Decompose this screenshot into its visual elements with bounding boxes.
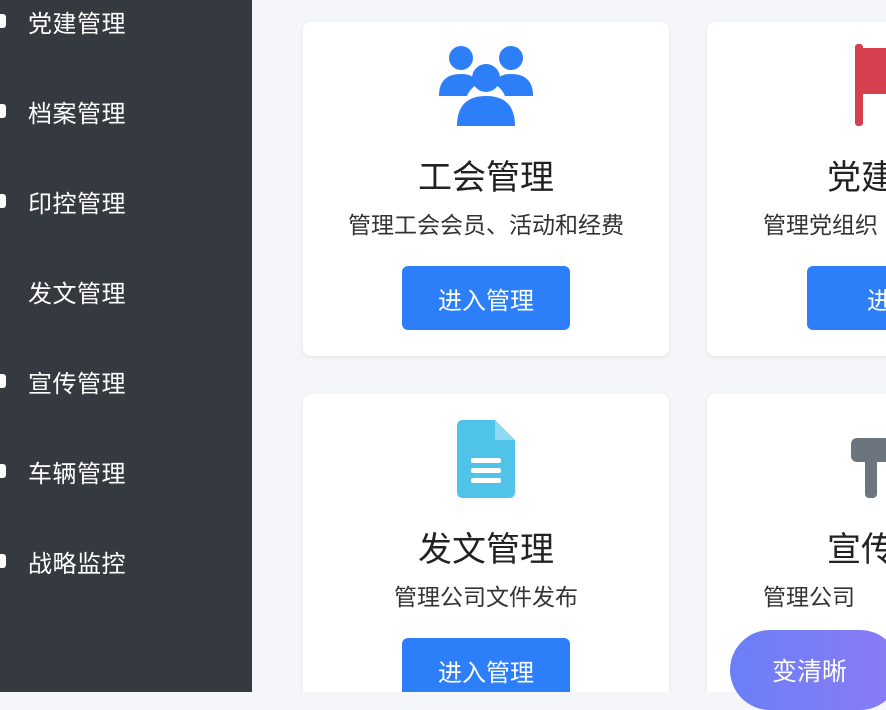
flag-icon (855, 44, 886, 126)
card-description: 管理公司文件发布 (394, 585, 578, 611)
sidebar-item-label: 宣传管理 (28, 369, 126, 398)
sidebar-item-party-building[interactable]: 党建管理 (0, 0, 252, 46)
main-content: 工会管理 管理工会会员、活动和经费 进入管理 党建 管理党组织 进入 发文管理 … (252, 0, 886, 692)
enter-management-button[interactable]: 进入管理 (402, 266, 570, 330)
car-icon (0, 464, 6, 478)
bullhorn-icon (0, 374, 6, 388)
chart-icon (0, 554, 6, 568)
sidebar-item-label: 印控管理 (28, 189, 126, 218)
document-icon (457, 420, 515, 498)
sidebar: 党建管理 档案管理 印控管理 发文管理 宣传管理 车辆管理 战略监控 (0, 0, 252, 692)
sidebar-item-label: 党建管理 (28, 9, 126, 38)
enter-management-button[interactable]: 进入 (807, 266, 886, 330)
party-icon (0, 14, 6, 28)
card-title: 宣传 (827, 530, 886, 570)
sidebar-item-seal-control[interactable]: 印控管理 (0, 176, 252, 226)
sidebar-item-vehicles[interactable]: 车辆管理 (0, 446, 252, 496)
sidebar-item-strategy-monitor[interactable]: 战略监控 (0, 536, 252, 586)
sidebar-item-label: 车辆管理 (28, 459, 126, 488)
archive-icon (0, 104, 6, 118)
card-title: 工会管理 (418, 158, 554, 198)
stamp-icon (0, 194, 6, 208)
enter-management-button[interactable]: 进入管理 (402, 638, 570, 692)
card-union-management: 工会管理 管理工会会员、活动和经费 进入管理 (303, 22, 669, 356)
card-description: 管理公司 (763, 585, 855, 611)
card-document-management: 发文管理 管理公司文件发布 进入管理 (303, 394, 669, 692)
users-icon (439, 46, 533, 126)
sidebar-item-label: 档案管理 (28, 99, 126, 128)
sharpen-button[interactable]: 变清晰 (730, 630, 886, 710)
card-party-building: 党建 管理党组织 进入 (707, 22, 886, 356)
card-title: 发文管理 (418, 530, 554, 570)
sidebar-item-label: 发文管理 (28, 279, 126, 308)
card-title: 党建 (827, 158, 886, 198)
sidebar-item-documents[interactable]: 发文管理 (0, 266, 252, 316)
card-description: 管理党组织 (763, 213, 878, 239)
bullhorn-icon (851, 438, 886, 498)
sidebar-item-label: 战略监控 (28, 549, 126, 578)
sidebar-item-archives[interactable]: 档案管理 (0, 86, 252, 136)
sidebar-item-publicity[interactable]: 宣传管理 (0, 356, 252, 406)
card-description: 管理工会会员、活动和经费 (348, 213, 624, 239)
